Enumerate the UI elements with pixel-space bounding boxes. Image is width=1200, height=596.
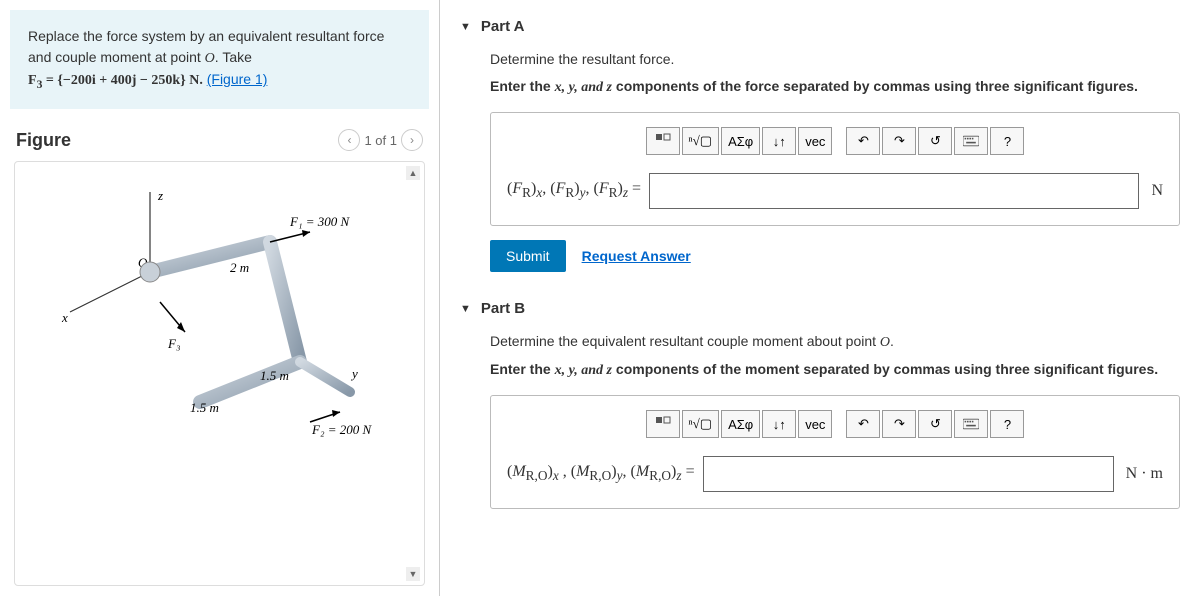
figure-panel: ▲ ▼ z x O (14, 161, 425, 586)
part-b-answer-box: ⁿ√▢ ΑΣφ ↓↑ vec ↶ ↷ ↺ ? (MR,O)x , (MR,O)y… (490, 395, 1180, 509)
figure-title: Figure (16, 130, 71, 151)
svg-text:z: z (157, 188, 163, 203)
part-b-input[interactable] (703, 456, 1114, 492)
scroll-up-icon[interactable]: ▲ (406, 166, 420, 180)
svg-text:y: y (350, 366, 358, 381)
scroll-down-icon[interactable]: ▼ (406, 567, 420, 581)
part-a-answer-box: ⁿ√▢ ΑΣφ ↓↑ vec ↶ ↷ ↺ ? (FR)x, (FR)y, (FR… (490, 112, 1180, 226)
undo-button[interactable]: ↶ (846, 127, 880, 155)
figure-pager: ‹ 1 of 1 › (338, 129, 423, 151)
greek-button[interactable]: ΑΣφ (721, 410, 760, 438)
reset-button[interactable]: ↺ (918, 127, 952, 155)
part-a-unit: N (1147, 182, 1163, 200)
svg-text:x: x (61, 310, 68, 325)
part-a-input[interactable] (649, 173, 1139, 209)
vec-button[interactable]: vec (798, 127, 832, 155)
pager-next[interactable]: › (401, 129, 423, 151)
part-a-instr1: Determine the resultant force. (490, 49, 1180, 70)
part-b-caret-icon[interactable]: ▼ (460, 303, 471, 315)
part-b-toolbar: ⁿ√▢ ΑΣφ ↓↑ vec ↶ ↷ ↺ ? (507, 410, 1163, 438)
part-a-title: Part A (481, 18, 525, 35)
reset-button[interactable]: ↺ (918, 410, 952, 438)
keyboard-button[interactable] (954, 127, 988, 155)
svg-text:F₁ = 300 N: F₁ = 300 N (289, 214, 350, 229)
help-button[interactable]: ? (990, 127, 1024, 155)
redo-button[interactable]: ↷ (882, 127, 916, 155)
problem-statement: Replace the force system by an equivalen… (10, 10, 429, 109)
vec-button[interactable]: vec (798, 410, 832, 438)
template-button[interactable] (646, 410, 680, 438)
part-a-submit-button[interactable]: Submit (490, 240, 566, 272)
part-a-input-label: (FR)x, (FR)y, (FR)z = (507, 180, 641, 201)
figure-link[interactable]: (Figure 1) (207, 71, 268, 87)
part-a-instr2: Enter the x, y, and z components of the … (490, 76, 1180, 98)
undo-button[interactable]: ↶ (846, 410, 880, 438)
part-b-title: Part B (481, 300, 525, 317)
point-O: O (205, 51, 215, 66)
problem-text-2: . Take (215, 49, 252, 65)
svg-text:1.5 m: 1.5 m (190, 400, 219, 415)
sqrt-button[interactable]: ⁿ√▢ (682, 410, 720, 438)
keyboard-button[interactable] (954, 410, 988, 438)
template-button[interactable] (646, 127, 680, 155)
part-b-instr2: Enter the x, y, and z components of the … (490, 359, 1180, 381)
sqrt-button[interactable]: ⁿ√▢ (682, 127, 720, 155)
updown-button[interactable]: ↓↑ (762, 127, 796, 155)
svg-text:F₂ = 200 N: F₂ = 200 N (311, 422, 372, 437)
pager-prev[interactable]: ‹ (338, 129, 360, 151)
part-b-instr1: Determine the equivalent resultant coupl… (490, 331, 1180, 353)
part-a-toolbar: ⁿ√▢ ΑΣφ ↓↑ vec ↶ ↷ ↺ ? (507, 127, 1163, 155)
part-b-input-label: (MR,O)x , (MR,O)y, (MR,O)z = (507, 463, 695, 484)
help-button[interactable]: ? (990, 410, 1024, 438)
updown-button[interactable]: ↓↑ (762, 410, 796, 438)
svg-text:F₃: F₃ (167, 336, 180, 351)
svg-text:2 m: 2 m (230, 260, 249, 275)
pager-text: 1 of 1 (364, 133, 397, 148)
f3-equation: F3 = {−200i + 400j − 250k} N. (28, 73, 203, 88)
part-a-caret-icon[interactable]: ▼ (460, 21, 471, 33)
greek-button[interactable]: ΑΣφ (721, 127, 760, 155)
redo-button[interactable]: ↷ (882, 410, 916, 438)
svg-text:1.5 m: 1.5 m (260, 368, 289, 383)
part-b-unit: N · m (1122, 465, 1163, 483)
part-a-request-answer[interactable]: Request Answer (582, 248, 691, 264)
figure-diagram: z x O F₁ = 300 N F₂ = 200 N (50, 182, 390, 442)
